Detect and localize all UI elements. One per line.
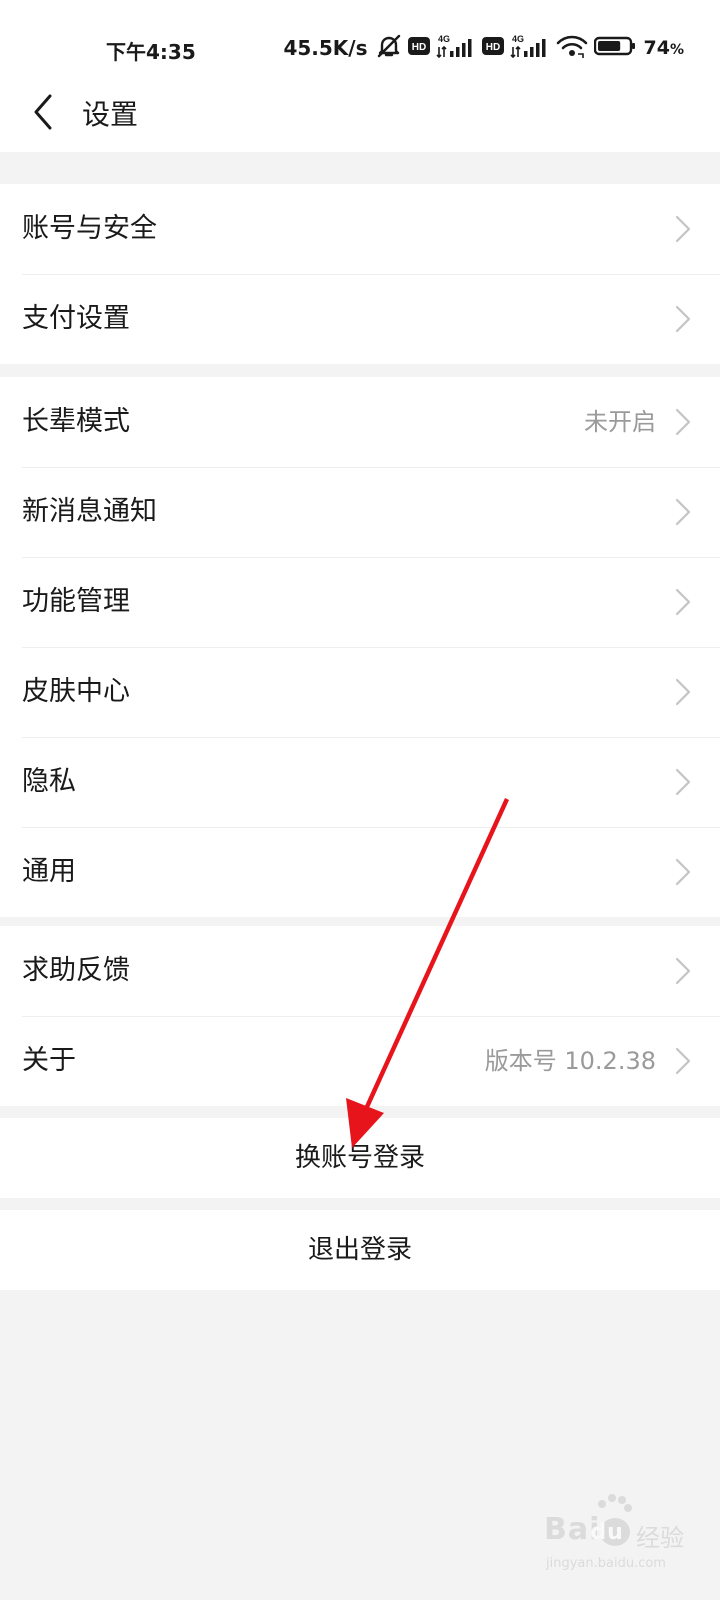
settings-row-label: 长辈模式 [22, 406, 130, 437]
chevron-right-icon [674, 305, 692, 333]
status-time: 下午4:35 [106, 40, 196, 64]
chevron-right-icon [674, 1047, 692, 1075]
chevron-right-icon [674, 498, 692, 526]
settings-row[interactable]: 求助反馈 [0, 926, 720, 1016]
chevron-right-icon [674, 858, 692, 886]
settings-row[interactable]: 通用 [0, 827, 720, 917]
switch-account-button[interactable]: 换账号登录 [0, 1118, 720, 1198]
settings-row[interactable]: 隐私 [0, 737, 720, 827]
signal-4g-icon: 4G [509, 33, 550, 63]
signal-label-2: 4G [512, 34, 524, 44]
settings-row-label: 关于 [22, 1045, 76, 1076]
chevron-right-icon [674, 678, 692, 706]
baidu-watermark: Baidu 经验 jingyan.baidu.com [540, 1490, 700, 1586]
settings-row-label: 功能管理 [22, 586, 130, 617]
logout-button[interactable]: 退出登录 [0, 1210, 720, 1290]
chevron-right-icon [674, 957, 692, 985]
settings-row-label: 新消息通知 [22, 496, 157, 527]
settings-row-label: 皮肤中心 [22, 676, 130, 707]
status-bar: 下午4:35 45.5K/s HD 4G HD 4G 74% [0, 0, 720, 82]
mute-bell-icon [376, 34, 402, 62]
settings-row[interactable]: 皮肤中心 [0, 647, 720, 737]
status-indicators: 45.5K/s HD 4G HD 4G 74% [283, 33, 684, 63]
watermark-url: jingyan.baidu.com [546, 1556, 666, 1571]
page-title: 设置 [82, 98, 139, 131]
settings-row-label: 求助反馈 [22, 955, 130, 986]
signal-label-1: 4G [438, 34, 450, 44]
settings-group-support: 求助反馈关于 版本号 10.2.38 [0, 926, 720, 1106]
settings-row[interactable]: 功能管理 [0, 557, 720, 647]
hd-icon: HD [481, 37, 504, 59]
signal-4g-icon: 4G [435, 33, 476, 63]
battery-icon [593, 36, 636, 60]
settings-group-account: 账号与安全 支付设置 [0, 184, 720, 364]
settings-row[interactable]: 长辈模式 未开启 [0, 377, 720, 467]
settings-row-label: 通用 [22, 856, 76, 887]
hd-icon: HD [407, 37, 430, 59]
settings-row[interactable]: 支付设置 [0, 274, 720, 364]
settings-row-value: 版本号 10.2.38 [484, 1047, 656, 1075]
settings-row[interactable]: 账号与安全 [0, 184, 720, 274]
app-header: 设置 [0, 82, 720, 152]
chevron-right-icon [674, 408, 692, 436]
hd-label: HD [485, 42, 499, 53]
settings-row-label: 隐私 [22, 766, 76, 797]
settings-screen: 下午4:35 45.5K/s HD 4G HD 4G 74% 设置 账号与安全 … [0, 0, 720, 1600]
settings-row[interactable]: 新消息通知 [0, 467, 720, 557]
settings-group-preferences: 长辈模式 未开启新消息通知功能管理皮肤中心隐私通用 [0, 377, 720, 917]
battery-percent: 74% [643, 37, 684, 59]
watermark-brand: Baidu [544, 1512, 624, 1547]
settings-row-label: 账号与安全 [22, 213, 157, 244]
chevron-right-icon [674, 768, 692, 796]
chevron-right-icon [674, 215, 692, 243]
chevron-right-icon [674, 588, 692, 616]
network-speed: 45.5K/s [283, 36, 368, 60]
settings-row-value: 未开启 [584, 408, 656, 436]
chevron-left-icon[interactable] [28, 92, 58, 132]
wifi-icon [556, 34, 588, 62]
settings-row-label: 支付设置 [22, 303, 130, 334]
settings-row[interactable]: 关于 版本号 10.2.38 [0, 1016, 720, 1106]
watermark-sub: 经验 [636, 1524, 684, 1552]
hd-label: HD [411, 42, 425, 53]
